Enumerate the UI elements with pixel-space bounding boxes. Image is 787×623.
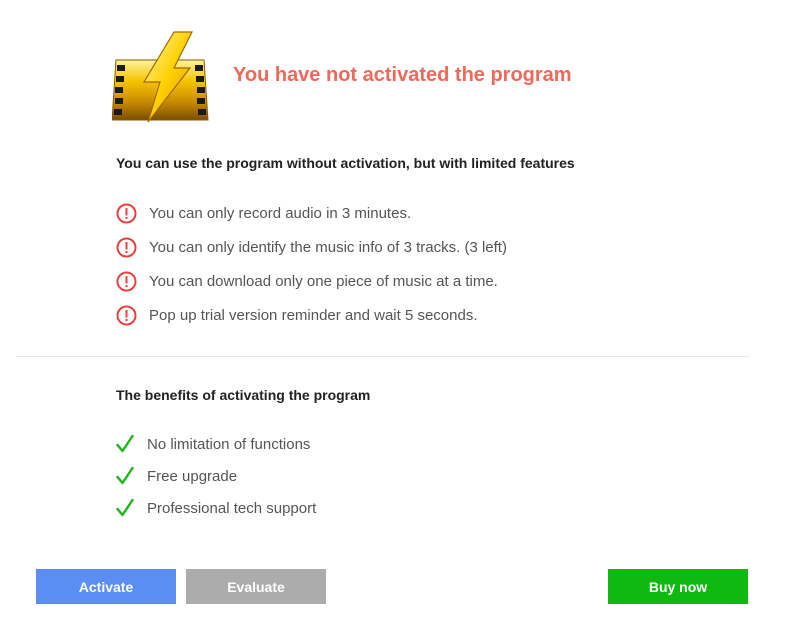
checkmark-icon <box>116 466 134 485</box>
benefits-list: No limitation of functions Free upgrade … <box>116 428 316 524</box>
limitation-text: You can only record audio in 3 minutes. <box>149 204 412 222</box>
limitation-text: You can only identify the music info of … <box>149 238 507 256</box>
exclamation-circle-icon <box>116 237 137 257</box>
list-item: Free upgrade <box>116 460 316 492</box>
benefit-text: Professional tech support <box>147 499 317 517</box>
limitations-heading: You can use the program without activati… <box>116 155 575 171</box>
checkmark-icon <box>116 434 134 453</box>
limitation-text: You can download only one piece of music… <box>149 272 498 290</box>
benefits-heading: The benefits of activating the program <box>116 387 371 403</box>
list-item: You can download only one piece of music… <box>116 264 507 298</box>
list-item: Pop up trial version reminder and wait 5… <box>116 298 507 332</box>
exclamation-circle-icon <box>116 203 137 223</box>
benefit-text: Free upgrade <box>147 467 238 485</box>
limitation-text: Pop up trial version reminder and wait 5… <box>149 306 478 324</box>
list-item: You can only identify the music info of … <box>116 230 507 264</box>
exclamation-circle-icon <box>116 271 137 291</box>
activate-button[interactable]: Activate <box>36 569 176 604</box>
list-item: Professional tech support <box>116 492 316 524</box>
checkmark-icon <box>116 498 134 517</box>
evaluate-button[interactable]: Evaluate <box>186 569 326 604</box>
limitations-list: You can only record audio in 3 minutes. … <box>116 196 507 332</box>
exclamation-circle-icon <box>116 305 137 325</box>
list-item: No limitation of functions <box>116 428 316 460</box>
benefit-text: No limitation of functions <box>147 435 311 453</box>
film-lightning-logo-icon <box>111 30 210 124</box>
list-item: You can only record audio in 3 minutes. <box>116 196 507 230</box>
buy-now-button[interactable]: Buy now <box>608 569 748 604</box>
section-divider <box>16 356 749 357</box>
page-title: You have not activated the program <box>233 64 572 86</box>
